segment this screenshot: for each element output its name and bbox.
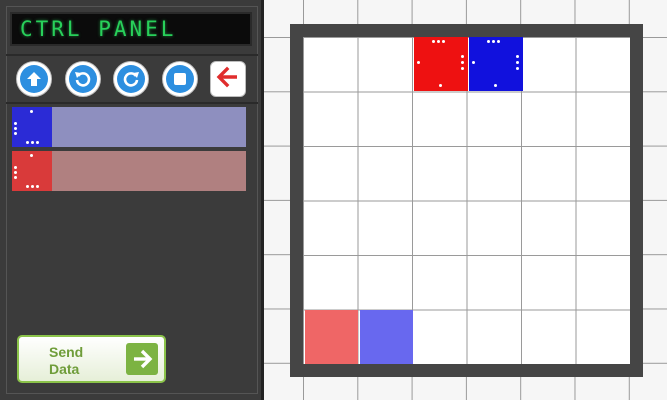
stop-icon — [166, 65, 194, 93]
red-target — [305, 309, 358, 364]
arrow-right-icon — [126, 343, 158, 375]
command-row-blue[interactable] — [12, 107, 246, 147]
rotate-ccw-icon — [69, 65, 97, 93]
rotate-right-button[interactable] — [113, 61, 149, 97]
control-panel: CTRL PANEL Send Data — [0, 0, 264, 400]
panel-divider — [6, 102, 258, 104]
rotate-left-button[interactable] — [65, 61, 101, 97]
rotate-cw-icon — [117, 65, 145, 93]
command-bar — [52, 107, 246, 147]
blue-robot-icon — [12, 107, 52, 147]
red-robot[interactable] — [414, 37, 468, 91]
panel-divider — [6, 54, 258, 56]
blue-target — [359, 309, 413, 364]
command-bar — [52, 151, 246, 191]
back-button[interactable] — [210, 61, 246, 97]
stop-button[interactable] — [162, 61, 198, 97]
arrow-left-icon — [216, 65, 240, 93]
command-row-red[interactable] — [12, 151, 246, 191]
forward-button[interactable] — [16, 61, 52, 97]
send-data-button[interactable]: Send Data — [17, 335, 166, 383]
send-data-label: Send Data — [49, 344, 84, 377]
red-robot-icon — [12, 151, 52, 191]
arrow-up-icon — [20, 65, 48, 93]
blue-robot[interactable] — [468, 37, 523, 91]
panel-title: CTRL PANEL — [10, 12, 252, 46]
